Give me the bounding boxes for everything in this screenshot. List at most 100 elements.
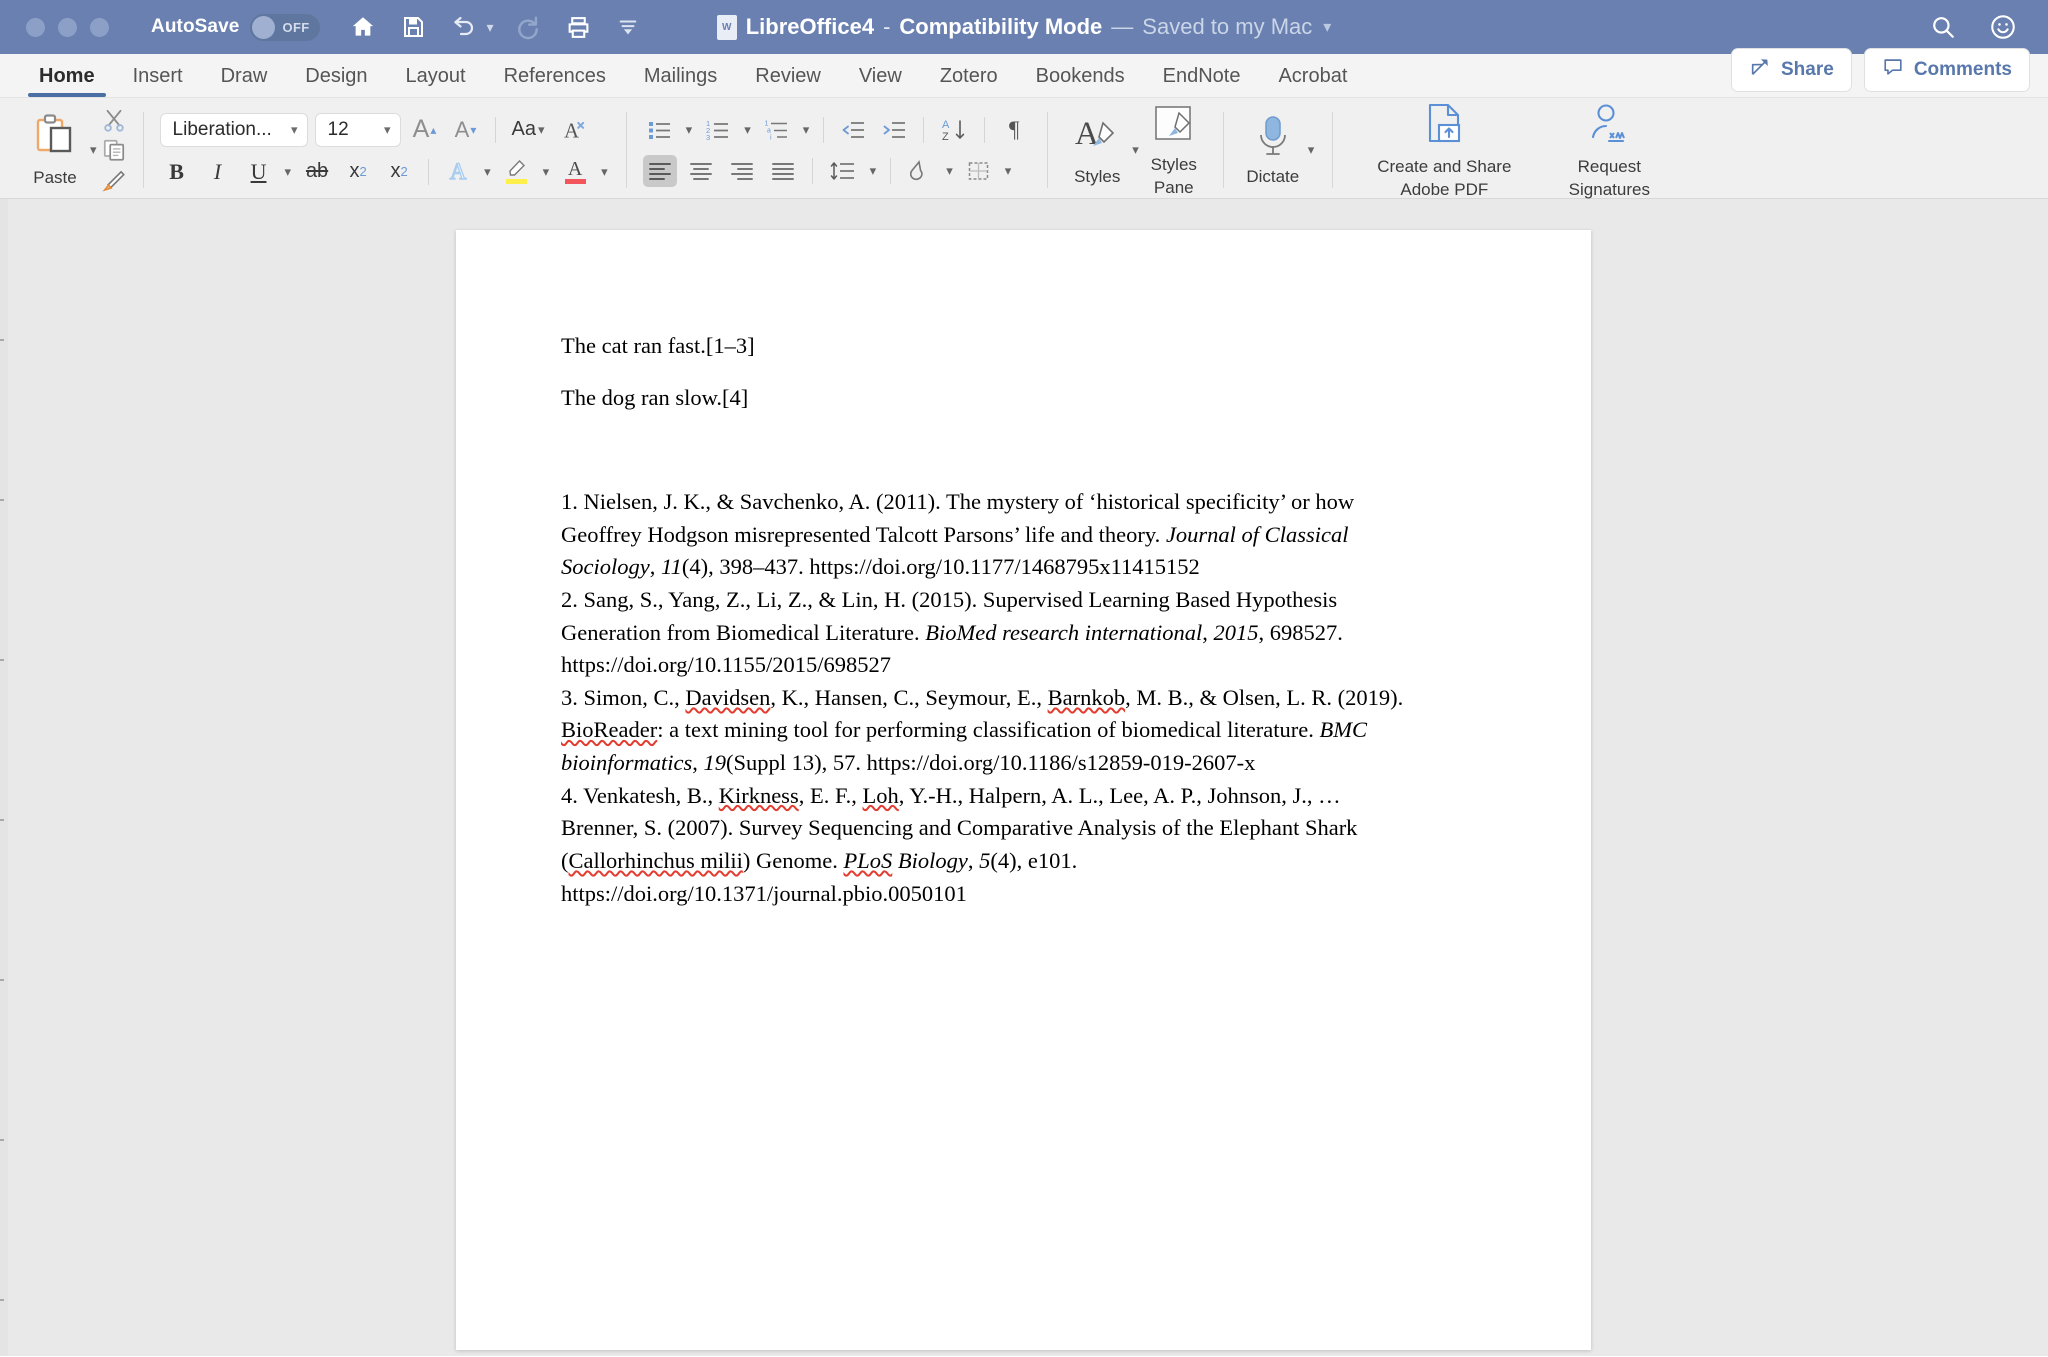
underline-chevron-down-icon[interactable]: ▾ [283,164,294,180]
underline-button[interactable]: U [242,156,276,188]
tab-design[interactable]: Design [286,59,386,97]
font-color-button[interactable]: A [558,156,592,188]
customize-toolbar-icon[interactable] [613,12,643,42]
paragraph-row-top[interactable]: ▾ 123 ▾ 1ai ▾ AZ ¶ [643,114,1032,146]
tab-acrobat[interactable]: Acrobat [1259,59,1366,97]
change-case-button[interactable]: Aa ▾ [508,114,551,146]
text-effects-chevron-down-icon[interactable]: ▾ [482,164,493,180]
superscript-button[interactable]: x2 [382,156,416,188]
change-case-chevron-down-icon[interactable]: ▾ [536,122,547,138]
undo-dropdown-chevron-icon[interactable]: ▾ [486,19,493,36]
clipboard-small-buttons[interactable] [99,107,127,193]
multilevel-list-button[interactable]: 1ai [760,114,794,146]
increase-indent-button[interactable] [877,114,911,146]
shrink-font-button[interactable]: A ▾ [449,114,483,146]
document-name[interactable]: LibreOffice4 [746,14,874,40]
home-icon[interactable] [348,12,378,42]
borders-chevron-down-icon[interactable]: ▾ [1003,163,1014,179]
bibliography-entry[interactable]: 3. Simon, C., Davidsen, K., Hansen, C., … [561,682,1411,780]
styles-chevron-down-icon[interactable]: ▾ [1130,142,1141,158]
font-row-top[interactable]: Liberation... ▾ 12 ▾ A ▴ A ▾ Aa ▾ A [159,112,610,147]
bibliography-entry[interactable]: 4. Venkatesh, B., Kirkness, E. F., Loh, … [561,780,1411,911]
feedback-smiley-icon[interactable] [1988,12,2018,42]
document-canvas[interactable]: The cat ran fast.[1–3] The dog ran slow.… [0,199,2048,1356]
window-controls[interactable] [26,17,109,37]
bullets-button[interactable] [643,114,677,146]
comments-button[interactable]: Comments [1863,48,2030,92]
font-name-combobox[interactable]: Liberation... ▾ [159,112,308,147]
bibliography-entry[interactable]: 2. Sang, S., Yang, Z., Li, Z., & Lin, H.… [561,584,1411,682]
maximize-window-button[interactable] [90,17,109,37]
paragraph-1[interactable]: The cat ran fast.[1–3] [561,334,1411,358]
body-text[interactable]: The cat ran fast.[1–3] The dog ran slow.… [561,334,1411,910]
document-page[interactable]: The cat ran fast.[1–3] The dog ran slow.… [456,230,1591,1350]
bibliography-entry[interactable]: 1. Nielsen, J. K., & Savchenko, A. (2011… [561,486,1411,584]
tab-draw[interactable]: Draw [202,59,287,97]
grow-font-button[interactable]: A ▴ [408,114,442,146]
styles-button[interactable]: A Styles [1064,111,1130,188]
line-spacing-chevron-down-icon[interactable]: ▾ [868,163,879,179]
tab-references[interactable]: References [485,59,625,97]
autosave-control[interactable]: AutoSave OFF [151,13,321,41]
close-window-button[interactable] [26,17,45,37]
page-body[interactable]: The cat ran fast.[1–3] The dog ran slow.… [456,230,1411,910]
autosave-toggle[interactable]: OFF [250,13,321,41]
titlebar-right-actions[interactable] [1928,12,2030,42]
align-center-button[interactable] [684,155,718,187]
multilevel-chevron-down-icon[interactable]: ▾ [801,122,812,138]
save-icon[interactable] [398,12,428,42]
print-icon[interactable] [563,12,593,42]
text-effects-button[interactable]: A [441,156,475,188]
title-chevron-down-icon[interactable]: ▾ [1323,17,1331,37]
numbering-button[interactable]: 123 [701,114,735,146]
align-left-button[interactable] [642,154,677,187]
dictate-chevron-down-icon[interactable]: ▾ [1306,142,1317,158]
request-signatures-button[interactable]: Request Signatures [1539,99,1679,200]
sort-button[interactable]: AZ [936,114,972,146]
subscript-button[interactable]: x2 [341,156,375,188]
tab-zotero[interactable]: Zotero [921,59,1017,97]
quick-access-toolbar[interactable]: ▾ [348,12,643,42]
font-color-chevron-down-icon[interactable]: ▾ [599,164,610,180]
italic-button[interactable]: I [201,156,235,188]
tab-insert[interactable]: Insert [114,59,202,97]
bibliography[interactable]: 1. Nielsen, J. K., & Savchenko, A. (2011… [561,486,1411,910]
font-name-chevron-down-icon[interactable]: ▾ [291,122,298,138]
borders-button[interactable] [962,155,996,187]
vertical-ruler[interactable] [0,199,8,1356]
show-formatting-marks-button[interactable]: ¶ [997,114,1031,146]
align-right-button[interactable] [725,155,759,187]
copy-icon[interactable] [101,137,127,163]
decrease-indent-button[interactable] [836,114,870,146]
undo-icon[interactable] [448,12,478,42]
shading-button[interactable] [903,155,937,187]
minimize-window-button[interactable] [58,17,77,37]
clear-formatting-button[interactable]: A [558,114,592,146]
paragraph-2[interactable]: The dog ran slow.[4] [561,386,1411,410]
search-icon[interactable] [1928,12,1958,42]
format-painter-icon[interactable] [101,167,127,193]
font-row-bottom[interactable]: B I U ▾ ab x2 x2 A ▾ ▾ A ▾ [160,156,610,188]
cut-scissors-icon[interactable] [101,107,127,133]
paste-button[interactable]: Paste [22,110,88,189]
justify-button[interactable] [766,155,800,187]
dictate-button[interactable]: Dictate [1240,111,1306,188]
styles-pane-button[interactable]: Styles Pane [1141,101,1207,198]
highlight-chevron-down-icon[interactable]: ▾ [541,164,552,180]
create-and-share-adobe-pdf-button[interactable]: Create and Share Adobe PDF [1349,99,1539,200]
tab-mailings[interactable]: Mailings [625,59,736,97]
tab-layout[interactable]: Layout [387,59,485,97]
strikethrough-button[interactable]: ab [300,156,334,188]
tab-view[interactable]: View [840,59,921,97]
font-size-combobox[interactable]: 12 ▾ [314,112,401,147]
line-spacing-button[interactable] [825,155,861,187]
ribbon-tab-bar[interactable]: Home Insert Draw Design Layout Reference… [0,48,2048,98]
share-button[interactable]: Share [1731,48,1852,92]
ribbon-toolbar[interactable]: Paste ▾ Liberation... ▾ 12 ▾ A ▴ A ▾ Aa … [0,98,2048,199]
highlight-button[interactable] [500,156,534,188]
bullets-chevron-down-icon[interactable]: ▾ [684,122,695,138]
paste-dropdown-chevron-icon[interactable]: ▾ [88,142,99,158]
ribbon-right-buttons[interactable]: Share Comments [1731,48,2048,97]
tab-home[interactable]: Home [20,59,114,97]
paragraph-row-bottom[interactable]: ▾ ▾ ▾ [642,154,1032,187]
